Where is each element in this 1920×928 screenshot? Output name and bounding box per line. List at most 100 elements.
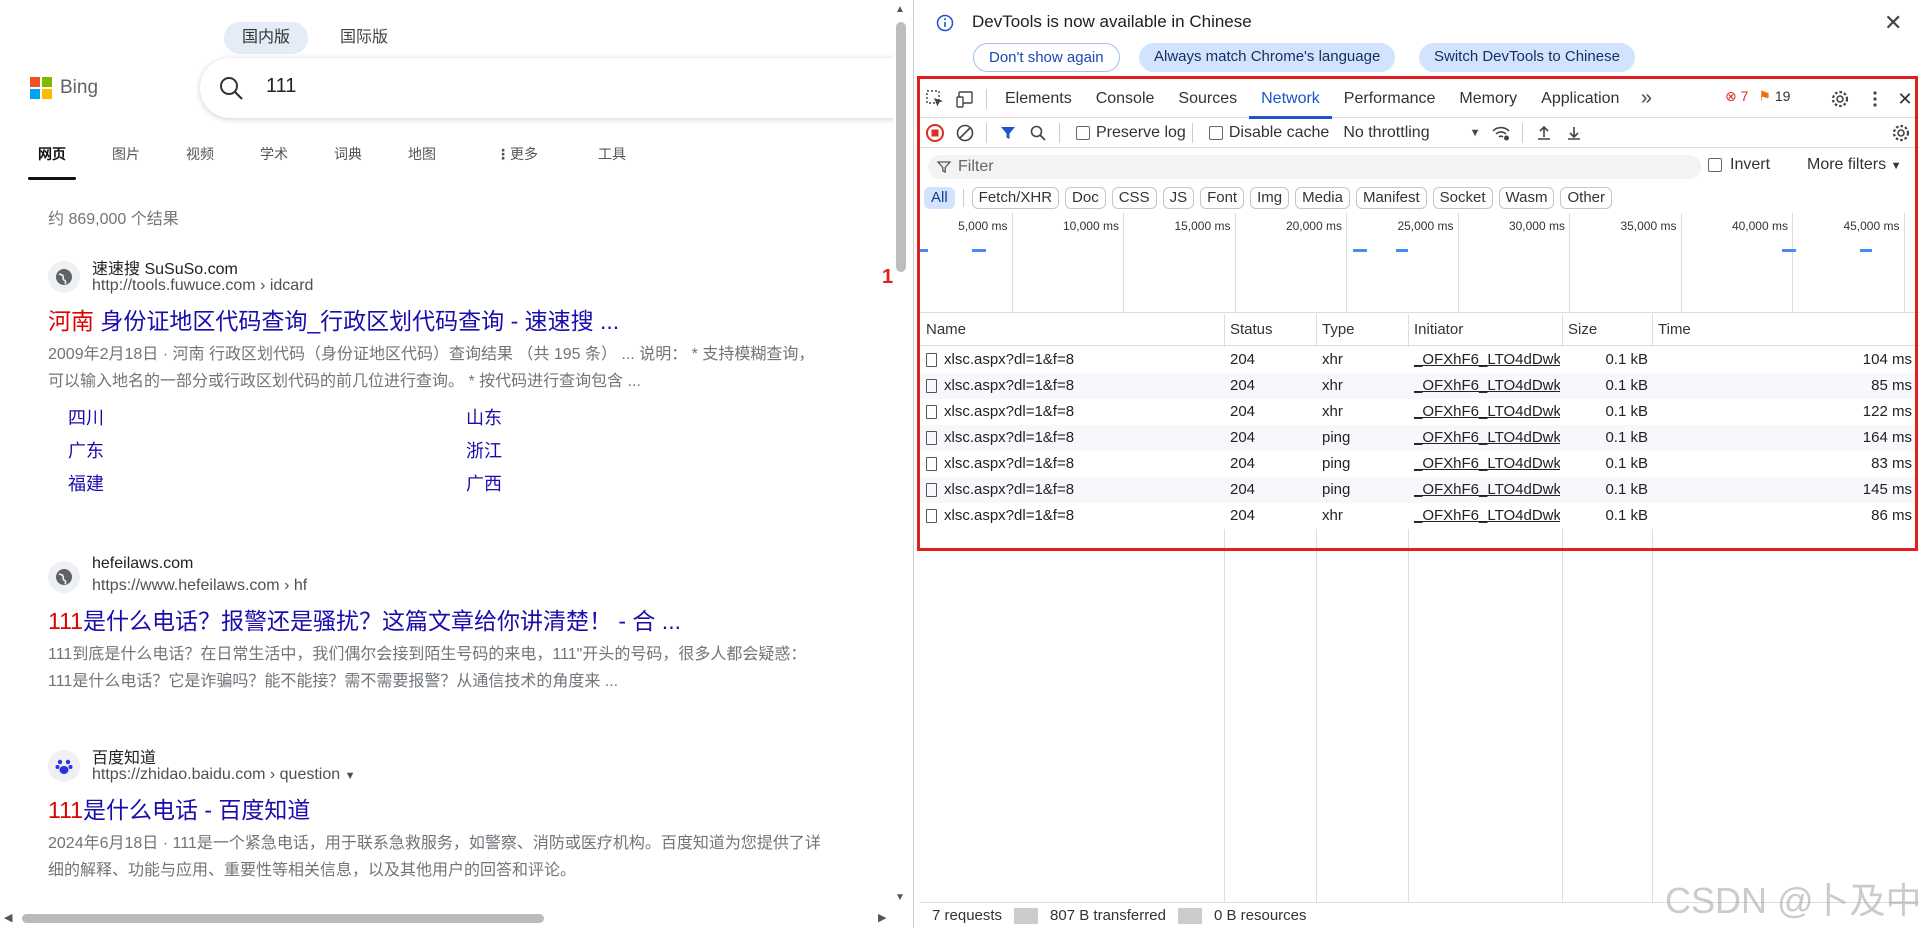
type-filter-img[interactable]: Img	[1250, 187, 1290, 209]
result-site[interactable]: 速速搜 SuSuSo.com http://tools.fuwuce.com ›…	[48, 255, 828, 297]
scope-academic[interactable]: 学术	[260, 144, 288, 180]
scope-web[interactable]: 网页	[28, 144, 76, 180]
network-conditions-icon[interactable]	[1486, 118, 1516, 148]
scope-dictionary[interactable]: 词典	[334, 144, 362, 180]
more-filters-dropdown[interactable]: More filters ▼	[1807, 156, 1901, 174]
type-filter-other[interactable]: Other	[1560, 187, 1612, 209]
deeplink[interactable]: 四川	[48, 405, 446, 432]
import-har-icon[interactable]	[1529, 118, 1559, 148]
checkbox-box[interactable]	[1708, 158, 1722, 172]
result-title[interactable]: 河南 身份证地区代码查询_行政区划代码查询 - 速速搜 ...	[48, 305, 828, 337]
column-header-type[interactable]: Type	[1322, 321, 1355, 338]
type-filter-wasm[interactable]: Wasm	[1498, 187, 1555, 209]
search-icon[interactable]	[218, 75, 244, 101]
checkbox-box[interactable]	[1208, 125, 1223, 140]
type-filter-css[interactable]: CSS	[1111, 187, 1157, 209]
horizontal-scroll-thumb[interactable]	[22, 914, 544, 923]
vertical-scroll-thumb[interactable]	[896, 22, 906, 272]
search-input[interactable]: 111	[266, 75, 296, 98]
table-row[interactable]: xlsc.aspx?dl=1&f=8 204 ping _OFXhF6_LTO4dDw…	[920, 451, 1919, 477]
result-site[interactable]: 百度知道 https://zhidao.baidu.com › question…	[48, 744, 828, 786]
network-settings-gear-icon[interactable]	[1886, 118, 1916, 148]
type-filter-all[interactable]: All	[924, 187, 955, 209]
request-name[interactable]: xlsc.aspx?dl=1&f=8	[944, 377, 1220, 394]
scroll-right-icon[interactable]: ▶	[878, 911, 886, 924]
tab-performance[interactable]: Performance	[1332, 80, 1448, 118]
table-row[interactable]: xlsc.aspx?dl=1&f=8 204 xhr _OFXhF6_LTO4dDwk…	[920, 503, 1919, 529]
request-name[interactable]: xlsc.aspx?dl=1&f=8	[944, 351, 1220, 368]
device-toolbar-icon[interactable]	[950, 84, 980, 114]
filter-input[interactable]: Filter	[928, 155, 1701, 179]
throttling-select[interactable]: No throttling ▼	[1343, 124, 1480, 142]
vertical-scrollbar[interactable]: ▲ ▼	[893, 0, 913, 928]
scope-tools[interactable]: 工具	[598, 144, 626, 180]
tab-sources[interactable]: Sources	[1166, 80, 1249, 118]
type-filter-doc[interactable]: Doc	[1065, 187, 1106, 209]
result-title[interactable]: 111是什么电话 - 百度知道	[48, 794, 828, 826]
column-header-status[interactable]: Status	[1230, 321, 1273, 338]
tab-console[interactable]: Console	[1084, 80, 1167, 118]
more-tabs-icon[interactable]: »	[1631, 84, 1661, 114]
type-filter-fetch-xhr[interactable]: Fetch/XHR	[971, 187, 1060, 209]
column-header-name[interactable]: Name	[926, 321, 966, 338]
type-filter-media[interactable]: Media	[1295, 187, 1350, 209]
switch-language-button[interactable]: Switch DevTools to Chinese	[1419, 43, 1635, 72]
search-box[interactable]: 111	[200, 58, 908, 118]
close-devtools-icon[interactable]: ✕	[1890, 84, 1920, 114]
caret-down-icon[interactable]: ▼	[345, 770, 356, 782]
request-initiator[interactable]: _OFXhF6_LTO4dDwk2Urz	[1414, 455, 1560, 472]
scope-images[interactable]: 图片	[112, 144, 140, 180]
tab-memory[interactable]: Memory	[1447, 80, 1529, 118]
scope-maps[interactable]: 地图	[408, 144, 436, 180]
table-row[interactable]: xlsc.aspx?dl=1&f=8 204 xhr _OFXhF6_LTO4dDwk…	[920, 373, 1919, 399]
type-filter-font[interactable]: Font	[1200, 187, 1245, 209]
dont-show-again-button[interactable]: Don't show again	[973, 43, 1120, 72]
deeplink[interactable]: 广东	[48, 438, 446, 465]
kebab-menu-icon[interactable]	[1860, 84, 1890, 114]
result-site[interactable]: hefeilaws.com https://www.hefeilaws.com …	[48, 555, 828, 597]
type-filter-js[interactable]: JS	[1162, 187, 1195, 209]
horizontal-scrollbar[interactable]: ◀ ▶	[0, 908, 908, 928]
request-name[interactable]: xlsc.aspx?dl=1&f=8	[944, 507, 1220, 524]
tab-elements[interactable]: Elements	[993, 80, 1084, 118]
request-initiator[interactable]: _OFXhF6_LTO4dDwk2Urz	[1414, 351, 1560, 368]
inspect-element-icon[interactable]	[920, 84, 950, 114]
request-name[interactable]: xlsc.aspx?dl=1&f=8	[944, 429, 1220, 446]
preserve-log-checkbox[interactable]: Preserve log	[1076, 124, 1186, 142]
request-initiator[interactable]: _OFXhF6_LTO4dDwk2Urz	[1414, 507, 1560, 524]
request-initiator[interactable]: _OFXhF6_LTO4dDwk2Urz	[1414, 429, 1560, 446]
request-name[interactable]: xlsc.aspx?dl=1&f=8	[944, 481, 1220, 498]
tab-application[interactable]: Application	[1529, 80, 1631, 118]
invert-checkbox[interactable]: Invert	[1708, 156, 1770, 174]
filter-funnel-icon[interactable]	[993, 118, 1023, 148]
scroll-up-icon[interactable]: ▲	[895, 4, 905, 15]
type-filter-manifest[interactable]: Manifest	[1355, 187, 1427, 209]
tab-network[interactable]: Network	[1249, 80, 1332, 119]
table-row[interactable]: xlsc.aspx?dl=1&f=8 204 ping _OFXhF6_LTO4dDw…	[920, 477, 1919, 503]
scroll-left-icon[interactable]: ◀	[4, 911, 12, 924]
close-icon[interactable]: ✕	[1884, 10, 1902, 36]
match-language-button[interactable]: Always match Chrome's language	[1139, 43, 1396, 72]
deeplink[interactable]: 山东	[446, 405, 844, 432]
result-title[interactable]: 111是什么电话？报警还是骚扰？这篇文章给你讲清楚！ - 合 ...	[48, 605, 828, 637]
search-icon[interactable]	[1023, 118, 1053, 148]
scroll-down-icon[interactable]: ▼	[895, 892, 905, 903]
checkbox-box[interactable]	[1076, 125, 1090, 140]
scope-videos[interactable]: 视频	[186, 144, 214, 180]
column-header-initiator[interactable]: Initiator	[1414, 321, 1463, 338]
clear-icon[interactable]	[950, 118, 980, 148]
network-overview-timeline[interactable]: 5,000 ms 10,000 ms 15,000 ms 20,000 ms 25,00…	[920, 213, 1919, 313]
table-row[interactable]: xlsc.aspx?dl=1&f=8 204 xhr _OFXhF6_LTO4dDwk…	[920, 399, 1919, 425]
record-stop-icon[interactable]	[920, 118, 950, 148]
column-header-time[interactable]: Time	[1658, 321, 1691, 338]
request-initiator[interactable]: _OFXhF6_LTO4dDwk2Urz	[1414, 377, 1560, 394]
deeplink[interactable]: 浙江	[446, 438, 844, 465]
settings-gear-icon[interactable]	[1825, 84, 1855, 114]
disable-cache-checkbox[interactable]: Disable cache	[1208, 124, 1329, 142]
table-row[interactable]: xlsc.aspx?dl=1&f=8 204 xhr _OFXhF6_LTO4dDwk…	[920, 347, 1919, 373]
request-initiator[interactable]: _OFXhF6_LTO4dDwk2Urz	[1414, 481, 1560, 498]
request-name[interactable]: xlsc.aspx?dl=1&f=8	[944, 403, 1220, 420]
deeplink[interactable]: 福建	[48, 471, 446, 498]
region-tab-domestic[interactable]: 国内版	[224, 22, 309, 54]
request-initiator[interactable]: _OFXhF6_LTO4dDwk2Urz	[1414, 403, 1560, 420]
